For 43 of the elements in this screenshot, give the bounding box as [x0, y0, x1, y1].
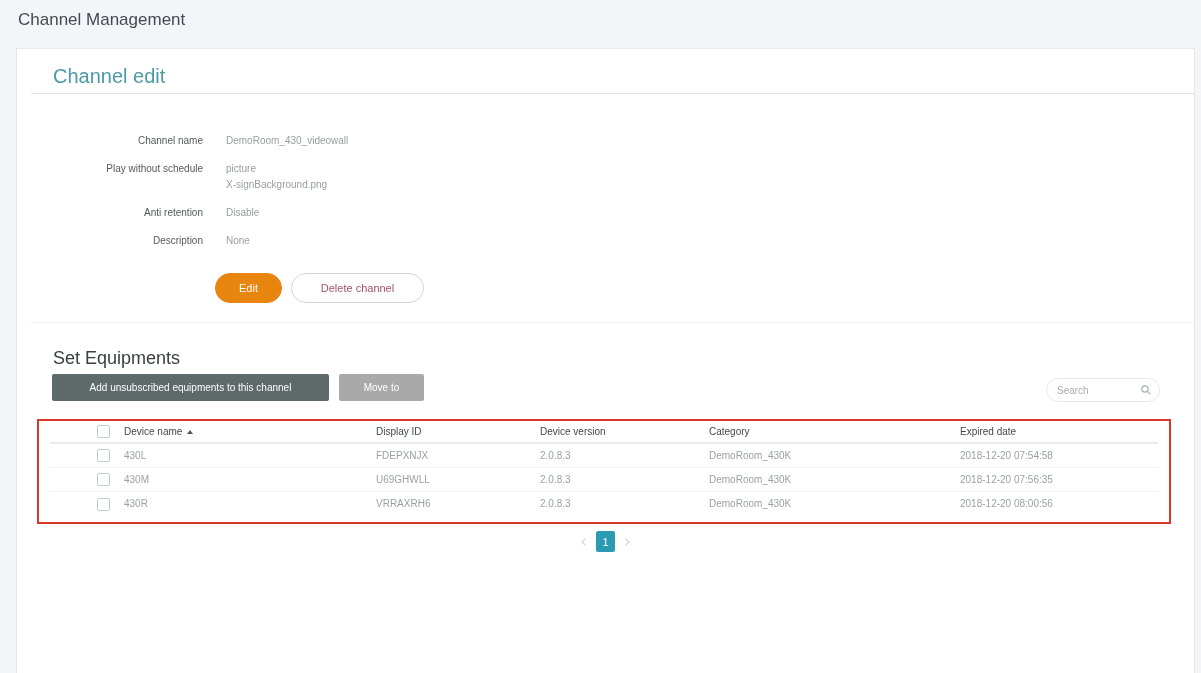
- column-header[interactable]: Expired date: [960, 423, 1017, 440]
- delete-button[interactable]: Delete channel: [291, 273, 424, 303]
- add-equipment-button[interactable]: Add unsubscribed equipments to this channel: [52, 374, 329, 401]
- field-label: Channel name: [137, 134, 203, 148]
- chevron-left-icon[interactable]: [581, 537, 586, 546]
- field-value: Disable: [226, 206, 260, 220]
- column-header[interactable]: Category: [709, 423, 750, 440]
- table-cell-text: DemoRoom_430K: [709, 472, 792, 487]
- column-header[interactable]: Device version: [540, 423, 606, 440]
- section-title: Set Equipments: [53, 347, 181, 369]
- field-label: Anti retention: [144, 206, 203, 220]
- checkbox[interactable]: [97, 449, 110, 462]
- field-value: X-signBackground.png: [226, 178, 328, 192]
- field-value: None: [226, 234, 250, 248]
- table-cell-text: 2.0.8.3: [540, 472, 571, 487]
- checkbox[interactable]: [97, 497, 110, 511]
- sort-up-icon[interactable]: [187, 429, 194, 434]
- chevron-right-icon[interactable]: [625, 537, 630, 546]
- column-header[interactable]: Display ID: [376, 423, 422, 440]
- table-cell-text: 2018-12-20 08:00:56: [960, 497, 1053, 511]
- field-value: DemoRoom_430_videowall: [226, 134, 349, 148]
- table-cell-text: 430M: [124, 472, 149, 487]
- section-title: Channel edit: [53, 64, 166, 88]
- column-header[interactable]: Device name: [124, 423, 183, 440]
- checkbox[interactable]: [97, 473, 110, 486]
- table-cell-text: 430R: [124, 497, 148, 511]
- table-cell-text: 2.0.8.3: [540, 497, 571, 511]
- table-cell-text: FDEPXNJX: [376, 448, 429, 463]
- checkbox[interactable]: [97, 425, 110, 438]
- page-title: Channel Management: [18, 10, 186, 30]
- field-value: picture: [226, 162, 256, 176]
- table-cell-text: 430L: [124, 448, 147, 463]
- table-cell-text: U69GHWLL: [376, 472, 430, 487]
- field-label: Description: [152, 234, 203, 248]
- table-cell-text: DemoRoom_430K: [709, 497, 792, 511]
- table-cell-text: 2.0.8.3: [540, 448, 571, 463]
- table-cell-text: VRRAXRH6: [376, 497, 431, 511]
- search-icon: [1141, 385, 1151, 395]
- table-cell-text: 2018-12-20 07:56:35: [960, 472, 1053, 487]
- search-field[interactable]: Search: [1046, 378, 1160, 402]
- table-cell-text: DemoRoom_430K: [709, 448, 792, 463]
- table-cell-text: 2018-12-20 07:54:58: [960, 448, 1053, 463]
- field-label: Play without schedule: [106, 162, 203, 176]
